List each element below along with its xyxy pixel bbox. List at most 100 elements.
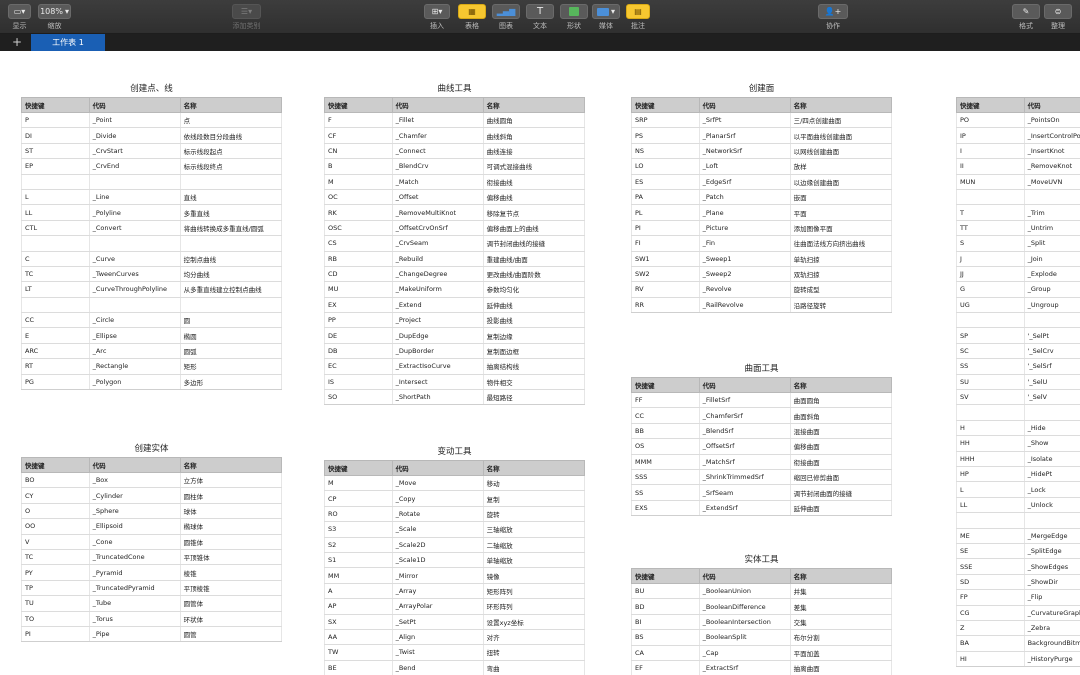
table-cell[interactable]: 矩形 [179,358,283,375]
table-cell[interactable]: _Show [1023,435,1080,452]
table-cell[interactable]: _CrvEnd [88,158,181,175]
column-header[interactable]: 快捷键 [21,97,90,113]
table-cell[interactable]: _Cylinder [88,487,181,504]
table-cell[interactable]: 并集 [789,583,893,600]
table-cell[interactable]: 移除复节点 [482,204,586,221]
table-cell[interactable] [21,174,90,190]
table-cell[interactable]: TU [21,595,90,612]
table-cell[interactable]: V [21,534,90,550]
table-cell[interactable] [956,189,1025,206]
table-cell[interactable]: FI [631,235,700,252]
table-cell[interactable]: TP [21,580,90,597]
table-cell[interactable]: 可调式混接曲线 [482,158,586,175]
table-cell[interactable]: CC [631,407,700,424]
table-cell[interactable]: 物件相交 [482,374,586,391]
table-cell[interactable]: _ArrayPolar [391,598,484,615]
table-cell[interactable]: 延伸曲面 [789,500,893,517]
table-cell[interactable]: SD [956,574,1025,591]
table-cell[interactable]: 单轴缩放 [482,552,586,569]
table-cell[interactable]: _Offset [391,189,484,206]
table-cell[interactable]: _SrfPt [698,112,791,129]
table-cell[interactable]: P [21,112,90,129]
table-cell[interactable]: MM [324,567,393,584]
table-cell[interactable]: E [21,327,90,344]
table-cell[interactable]: RV [631,281,700,298]
table-cell[interactable]: LL [21,204,90,221]
table-cell[interactable]: _BooleanDifference [698,598,791,615]
table-cell[interactable]: HI [956,651,1025,668]
table-cell[interactable]: 扭转 [482,644,586,661]
table-cell[interactable]: SSE [956,558,1025,575]
table-cell[interactable] [1023,512,1080,529]
table-cell[interactable]: _Point [88,112,181,129]
table-cell[interactable]: 曲线连接 [482,143,586,160]
table-cell[interactable]: RK [324,204,393,221]
table-cell[interactable]: 曲线圆角 [482,112,586,129]
table-cell[interactable]: 标示线段终点 [179,158,283,175]
table-cell[interactable]: _EdgeSrf [698,174,791,190]
table-cell[interactable]: _Picture [698,220,791,237]
table-cell[interactable]: _Flip [1023,589,1080,606]
table-cell[interactable]: _Patch [698,189,791,206]
column-header[interactable]: 快捷键 [21,457,90,473]
table-cell[interactable]: CS [324,235,393,252]
table-cell[interactable]: LL [956,497,1025,514]
table-cell[interactable]: 曲面斜角 [789,407,893,424]
column-header[interactable]: 名称 [789,97,893,113]
table-cell[interactable]: TC [21,266,90,283]
table-cell[interactable]: I [956,143,1025,160]
table-cell[interactable]: 偏移曲面上的曲线 [482,220,586,237]
table-cell[interactable]: 多边形 [179,374,283,391]
table-cell[interactable]: _HidePt [1023,466,1080,483]
table-cell[interactable]: 点 [179,112,283,129]
table-cell[interactable]: CG [956,605,1025,621]
table-button[interactable]: ▦ 表格 [458,4,486,31]
table-cell[interactable]: DB [324,343,393,360]
table-cell[interactable]: 圆 [179,312,283,329]
column-header[interactable]: 快捷键 [324,97,393,113]
column-header[interactable]: 代码 [88,97,181,113]
table-cell[interactable]: CY [21,487,90,504]
table-cell[interactable]: 布尔分割 [789,629,893,646]
table-cell[interactable]: _InsertKnot [1023,143,1080,160]
table-cell[interactable]: _MakeUniform [391,281,484,298]
table-cell[interactable] [956,512,1025,529]
table-cell[interactable]: SS [631,484,700,501]
column-header[interactable]: 快捷键 [631,377,700,393]
table-cell[interactable]: _InsertControlPoi [1023,127,1080,144]
table-cell[interactable]: _ChamferSrf [698,407,791,424]
table-cell[interactable]: 直线 [179,189,283,206]
table-cell[interactable]: LT [21,281,90,298]
column-header[interactable]: 快捷键 [956,97,1025,113]
table-cell[interactable]: L [21,189,90,206]
table-cell[interactable]: _Array [391,583,484,600]
table-cell[interactable]: 圆管 [179,626,283,643]
table-cell[interactable]: _Match [391,174,484,190]
table-cell[interactable]: _Sphere [88,503,181,520]
table-cell[interactable]: _BooleanSplit [698,629,791,646]
table-cell[interactable]: 偏移曲线 [482,189,586,206]
table-cell[interactable]: BU [631,583,700,600]
table-cell[interactable]: OC [324,189,393,206]
table-cell[interactable]: MUN [956,174,1025,190]
table-cell[interactable]: T [956,204,1025,221]
table-cell[interactable]: 衔接曲线 [482,174,586,190]
table-cell[interactable]: _Divide [88,127,181,144]
table-cell[interactable]: 抽离曲面 [789,660,893,675]
table-cell[interactable]: 椭球体 [179,518,283,535]
table-cell[interactable]: _Untrim [1023,220,1080,237]
table-cell[interactable]: SU [956,374,1025,391]
table-cell[interactable]: _NetworkSrf [698,143,791,160]
column-header[interactable]: 名称 [179,97,283,113]
table-cell[interactable]: 偏移曲面 [789,438,893,455]
media-button[interactable]: ▾ 媒体 [592,4,620,31]
table-cell[interactable]: _FilletSrf [698,392,791,409]
table-cell[interactable]: TO [21,611,90,627]
table-cell[interactable]: CA [631,645,700,661]
table-cell[interactable]: _TruncatedPyramid [88,580,181,597]
table-cell[interactable]: FP [956,589,1025,606]
table-cell[interactable]: _Sweep1 [698,251,791,267]
table-cell[interactable]: 依线段数目分段曲线 [179,127,283,144]
zoom-select[interactable]: 108% ▾ 缩放 [38,4,71,31]
table-cell[interactable]: _PointsOn [1023,112,1080,129]
